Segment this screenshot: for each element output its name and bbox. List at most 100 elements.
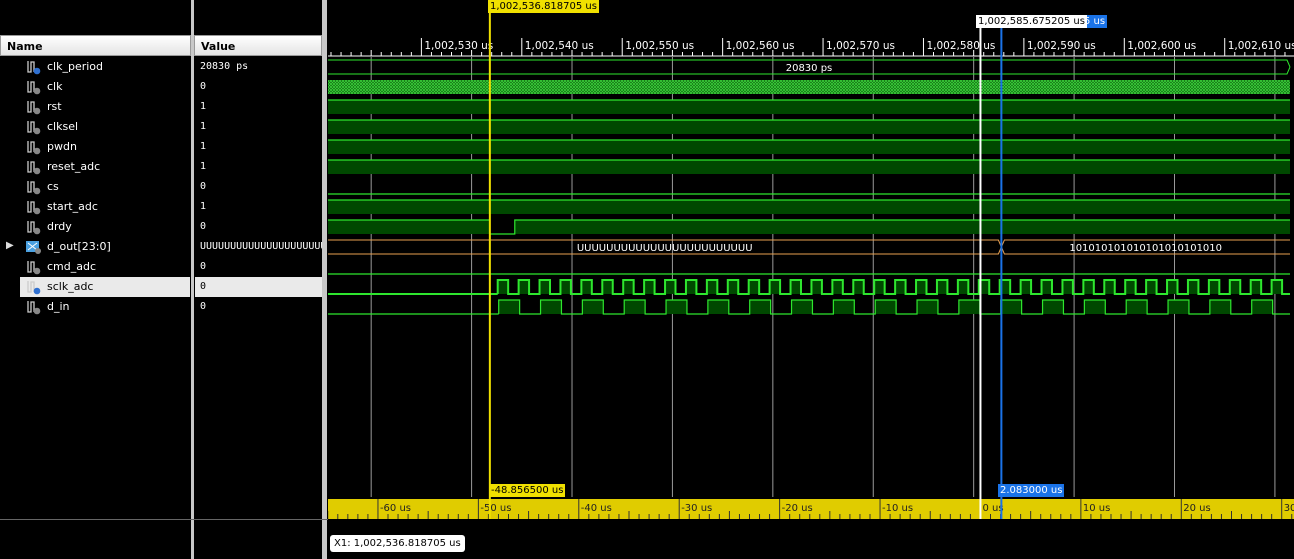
wave-high-fill [1146,280,1157,294]
signal-name: pwdn [47,140,77,153]
wave-high-fill [875,300,897,314]
signal-icon [25,119,43,135]
wave-high-fill [644,280,655,294]
expand-arrow-icon[interactable]: ▶ [6,240,14,251]
wave-high-fill [1062,280,1073,294]
signal-row[interactable]: start_adc [0,197,190,217]
signal-row[interactable]: drdy [0,217,190,237]
signal-icon [25,139,43,155]
wave-high-fill [769,280,781,294]
relative-ruler-label: 20 us [1183,503,1210,514]
wave-high-fill [497,280,509,294]
signal-row[interactable]: clksel [0,117,190,137]
bus-value: 20830 ps [786,63,833,74]
wave-high-fill [1020,280,1032,294]
wave-high-fill [328,160,1290,174]
ruler-label: 1,002,600 us [1127,40,1196,52]
cursor-status-readout: X1: 1,002,536.818705 us [330,535,465,552]
wave-high-fill [1208,280,1220,294]
value-column-header[interactable]: Value [194,35,322,56]
signal-value: 1 [200,101,207,112]
wave-high-fill [1042,300,1064,314]
relative-ruler-label: -50 us [480,503,511,514]
signal-value: 0 [200,81,207,92]
wave-high-fill [790,280,801,294]
wave-high-fill [749,300,771,314]
wave-high-fill [895,280,906,294]
ruler-label: 1,002,580 us [926,40,995,52]
signal-name: cmd_adc [47,260,97,273]
signal-name: d_out[23:0] [47,240,111,253]
wave-high-fill [748,280,760,294]
signal-row[interactable]: pwdn [0,137,190,157]
signal-name: d_in [47,300,70,313]
relative-ruler-label: -20 us [782,503,813,514]
value-column-divider[interactable] [322,0,327,559]
relative-ruler-label: -30 us [681,503,712,514]
wave-high-fill [328,200,1290,214]
signal-value: 1 [200,121,207,132]
wave-high-fill [685,280,697,294]
ruler-label: 1,002,530 us [424,40,493,52]
wave-high-fill [916,280,927,294]
signal-value: 1 [200,201,207,212]
wave-high-fill [666,300,687,314]
constant-icon [25,59,43,75]
wave-high-fill [1041,280,1052,294]
wave-high-fill [874,280,885,294]
wave-high-fill [623,280,634,294]
signal-row[interactable]: clk_period [0,57,190,77]
signal-value: 0 [200,181,207,192]
signal-value: 0 [195,277,322,297]
wave-high-fill [581,280,592,294]
signal-row[interactable]: clk [0,77,190,97]
wave-high-fill [518,280,530,294]
signal-value: 0 [200,221,207,232]
wave-high-fill [707,300,729,314]
relative-ruler-label: 30 [1284,503,1294,514]
yellow-cursor-label[interactable]: 1,002,536.818705 us [488,0,599,13]
wave-high-fill [602,280,613,294]
relative-ruler-label: -60 us [380,503,411,514]
wave-high-fill [727,280,739,294]
name-column-divider[interactable] [191,0,194,559]
signal-name: clk_period [47,60,104,73]
wave-high-fill [1187,280,1199,294]
signal-icon [25,179,43,195]
signal-value: 1 [200,141,207,152]
wave-high-fill [1167,280,1178,294]
wave-high-fill [624,300,646,314]
signal-icon [25,199,43,215]
signal-row[interactable]: sclk_adc [20,277,190,297]
signal-row[interactable]: cs [0,177,190,197]
signal-row[interactable]: ▶ d_out[23:0] [0,237,190,257]
yellow-delta-label: -48.856500 us [489,484,566,497]
signal-value: 0 [200,301,207,312]
wave-high-fill [1125,280,1136,294]
wave-high-fill [1271,280,1283,294]
signal-name: clksel [47,120,79,133]
signal-row[interactable]: d_in [0,297,190,317]
signal-name: start_adc [47,200,98,213]
waveform-canvas[interactable]: 1,002,530 us 1,002,540 us 1,002,550 us 1,00… [328,0,1294,559]
wave-high-fill [1084,300,1106,314]
ruler-label: 1,002,570 us [826,40,895,52]
bus-icon [25,239,43,255]
signal-value: 0 [200,261,207,272]
wave-high-fill [791,300,813,314]
signal-row[interactable]: reset_adc [0,157,190,177]
signal-value: UUUUUUUUUUUUUUUUUUUUUUUU [200,241,322,252]
name-column-header[interactable]: Name [0,35,191,56]
signal-row[interactable]: cmd_adc [0,257,190,277]
ruler-label: 1,002,540 us [525,40,594,52]
signal-name: reset_adc [47,160,101,173]
signal-icon [25,259,43,275]
wave-high-fill [498,300,520,314]
signal-row[interactable]: rst [0,97,190,117]
wave-high-fill [917,300,938,314]
wave-high-fill [958,300,980,314]
wave-high-fill [1229,280,1241,294]
wave-clk[interactable] [328,80,1290,94]
signal-name: cs [47,180,59,193]
white-cursor-label[interactable]: 1,002,585.675205 us [976,15,1087,28]
